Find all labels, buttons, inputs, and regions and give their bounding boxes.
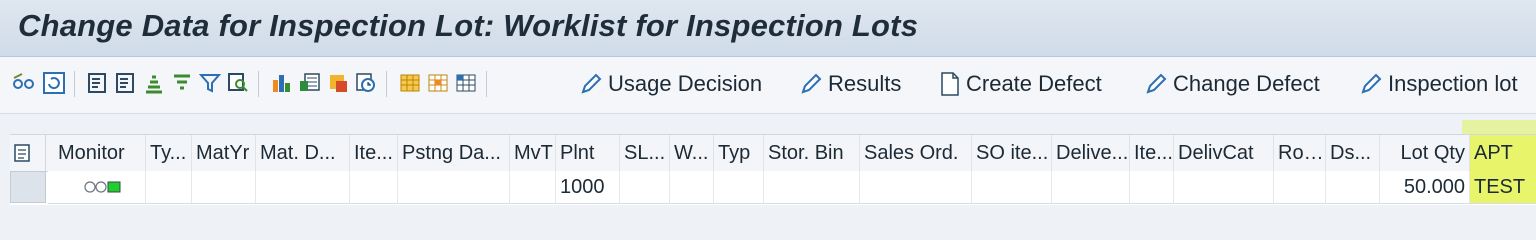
pencil-icon [580,73,602,95]
traffic-light-icon [84,180,128,194]
usage-decision-label: Usage Decision [608,71,763,96]
chart-icon[interactable] [270,69,294,97]
inspection-lot-label: Inspection lot [1388,71,1518,96]
application-toolbar: Usage Decision Results Create Defect Cha… [0,57,1536,114]
col-mvt[interactable]: MvT [510,135,556,171]
change-defect-label: Change Defect [1173,71,1320,96]
grid-select-icon[interactable] [454,69,478,97]
cell-apt: TEST [1470,171,1536,203]
refresh-icon[interactable] [42,69,66,97]
cell-monitor [54,171,146,203]
col-item[interactable]: Ite... [350,135,398,171]
title-bar: Change Data for Inspection Lot: Worklist… [0,0,1536,57]
cell-plnt: 1000 [556,171,620,203]
toolbar-separator [74,71,75,97]
col-ds[interactable]: Ds... [1326,135,1380,171]
cell-posting-date [398,171,510,203]
cell-sloc [620,171,670,203]
col-typ[interactable]: Typ [714,135,764,171]
inspection-lot-grid: Monitor Ty... MatYr Mat. D... Ite... Pst… [10,134,1536,205]
grid-edit-icon[interactable] [426,69,450,97]
cell-mat-doc [256,171,350,203]
layout-alt-icon[interactable] [114,69,138,97]
results-label: Results [828,71,902,96]
pencil-icon [1360,73,1382,95]
filter-set-icon[interactable] [170,69,194,97]
table-row[interactable]: 1000 50.000 TEST [48,171,1536,204]
cell-mvt [510,171,556,203]
usage-decision-button[interactable]: Usage Decision [580,67,762,101]
toolbar-separator [486,71,487,97]
col-mat-doc[interactable]: Mat. D... [256,135,350,171]
cell-ds [1326,171,1380,203]
col-del-item[interactable]: Ite... [1130,135,1174,171]
col-monitor[interactable]: Monitor [54,135,146,171]
inspection-lot-button[interactable]: Inspection lot [1360,67,1518,101]
cell-so-item [972,171,1052,203]
find-icon[interactable] [226,69,250,97]
cell-stor-bin [764,171,860,203]
cell-item [350,171,398,203]
cell-del-item [1130,171,1174,203]
pencil-icon [800,73,822,95]
col-posting-date[interactable]: Pstng Da... [398,135,510,171]
col-matyr[interactable]: MatYr [192,135,256,171]
cell-type [146,171,192,203]
filter-icon[interactable] [198,69,222,97]
col-stor-bin[interactable]: Stor. Bin [764,135,860,171]
create-defect-label: Create Defect [966,71,1102,96]
col-plnt[interactable]: Plnt [556,135,620,171]
cell-warehouse [670,171,714,203]
select-all-icon[interactable] [10,135,46,171]
col-apt[interactable]: APT [1470,135,1536,171]
glasses-icon[interactable] [12,69,36,97]
toolbar-separator [386,71,387,97]
col-warehouse[interactable]: W... [670,135,714,171]
col-sloc[interactable]: SL... [620,135,670,171]
pencil-icon [1145,73,1167,95]
create-defect-button[interactable]: Create Defect [940,67,1102,101]
cell-delivery [1052,171,1130,203]
grid-header: Monitor Ty... MatYr Mat. D... Ite... Pst… [10,134,1536,172]
col-type[interactable]: Ty... [146,135,192,171]
cell-typ [714,171,764,203]
excel-export-icon[interactable] [298,69,322,97]
change-defect-button[interactable]: Change Defect [1145,67,1320,101]
clock-icon[interactable] [354,69,378,97]
toolbar-separator [258,71,259,97]
cell-delivcat [1174,171,1274,203]
row-selector[interactable] [10,171,46,203]
results-button[interactable]: Results [800,67,901,101]
col-delivcat[interactable]: DelivCat [1174,135,1274,171]
col-lot-qty[interactable]: Lot Qty [1380,135,1470,171]
col-route[interactable]: Route [1274,135,1326,171]
page-title: Change Data for Inspection Lot: Worklist… [18,8,919,43]
document-icon [940,72,960,96]
layout-icon[interactable] [86,69,110,97]
sort-asc-icon[interactable] [142,69,166,97]
col-sales-ord[interactable]: Sales Ord. [860,135,972,171]
cell-sales-ord [860,171,972,203]
cell-route [1274,171,1326,203]
grid-icon[interactable] [398,69,422,97]
col-delivery[interactable]: Delive... [1052,135,1130,171]
cell-lot-qty: 50.000 [1380,171,1470,203]
cell-matyr [192,171,256,203]
word-icon[interactable] [326,69,350,97]
col-so-item[interactable]: SO ite... [972,135,1052,171]
